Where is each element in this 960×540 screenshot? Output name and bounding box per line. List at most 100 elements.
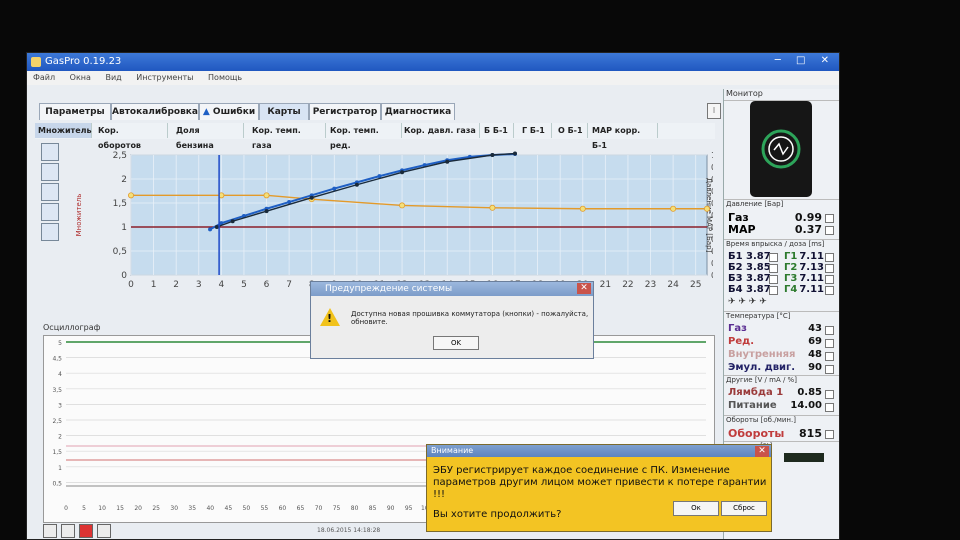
petrol-injector-checkbox[interactable] (769, 286, 778, 295)
app-icon (31, 57, 41, 67)
temperature-checkbox[interactable] (825, 326, 834, 335)
monitor-logo (750, 101, 812, 197)
data-point (377, 174, 382, 179)
subtab-gas-temp-correction[interactable]: Кор. темп. газа (249, 123, 326, 150)
tab-diagnostics[interactable]: Диагностика (381, 103, 455, 120)
temperature-label: Ред. (728, 336, 754, 347)
tab-errors[interactable]: ▲ Ошибки (199, 103, 259, 120)
x-tick-label: 21 (600, 280, 611, 290)
pressure-map-checkbox[interactable] (825, 226, 834, 235)
tab-parameters[interactable]: Параметры (39, 103, 111, 120)
subtab-o-b1[interactable]: О Б-1 (555, 123, 588, 138)
data-point (445, 159, 450, 164)
data-point (579, 205, 586, 212)
ok-button[interactable]: OK (433, 336, 479, 350)
plot-area (130, 154, 708, 276)
ok-button[interactable]: Ок (673, 501, 719, 516)
move-tool-icon[interactable] (41, 163, 59, 181)
osc-x-tick-label: 35 (188, 505, 196, 512)
data-point (512, 151, 517, 156)
close-icon[interactable]: ✕ (755, 446, 769, 457)
window-controls[interactable]: ─ □ ✕ (775, 55, 835, 66)
other-sensor-value: 0.85 (797, 387, 822, 398)
osc-x-tick-label: 40 (206, 505, 214, 512)
y-tick-label: 1 (121, 223, 127, 233)
injector-icons: ✈ ✈ ✈ ✈ (728, 297, 767, 307)
stop-button[interactable] (61, 524, 75, 538)
temperature-checkbox[interactable] (825, 352, 834, 361)
tab-maps[interactable]: Карты (259, 103, 309, 120)
y-tick-label: 2,5 (113, 151, 127, 161)
data-point (354, 182, 359, 187)
temperature-label: Газ (728, 323, 747, 334)
subtab-reducer-temp-correction[interactable]: Кор. темп. ред. (327, 123, 402, 150)
petrol-injector-checkbox[interactable] (769, 253, 778, 262)
auto-tool-icon[interactable] (41, 223, 59, 241)
petrol-injector-checkbox[interactable] (769, 275, 778, 284)
select-tool-icon[interactable] (41, 183, 59, 201)
zoom-tool-icon[interactable] (41, 143, 59, 161)
gas-injector-checkbox[interactable] (825, 264, 834, 273)
menu-help[interactable]: Помощь (208, 73, 242, 82)
subtab-petrol-share[interactable]: Доля бензина (173, 123, 244, 150)
y2-tick-label: 0,1 (711, 259, 713, 268)
osc-x-tick-label: 20 (134, 505, 142, 512)
pressure-title: Давление [Бар] (724, 199, 839, 208)
menu-tools[interactable]: Инструменты (136, 73, 193, 82)
data-point (230, 219, 235, 224)
subtab-multiplier[interactable]: Множитель (35, 123, 92, 138)
cancel-button[interactable]: Сброс (721, 501, 767, 516)
menu-windows[interactable]: Окна (70, 73, 91, 82)
x-tick-label: 1 (151, 280, 157, 290)
close-icon[interactable]: ✕ (577, 283, 591, 294)
settings-button[interactable] (97, 524, 111, 538)
subtab-map-correction[interactable]: MAP корр. Б-1 (589, 123, 658, 150)
data-point (128, 192, 135, 199)
subtab-g-b1[interactable]: Г Б-1 (519, 123, 552, 138)
subtab-b-b1[interactable]: Б Б-1 (481, 123, 514, 138)
tab-autocalibration[interactable]: Автокалибровка (111, 103, 199, 120)
osc-x-tick-label: 0 (64, 505, 68, 512)
osc-y-tick-label: 0,5 (52, 480, 62, 487)
menu-view[interactable]: Вид (105, 73, 121, 82)
x-tick-label: 5 (241, 280, 247, 290)
menu-file[interactable]: Файл (33, 73, 55, 82)
osc-x-tick-label: 5 (82, 505, 86, 512)
petrol-injector-label: Б3 (728, 273, 743, 284)
x-tick-label: 24 (667, 280, 679, 290)
other-sensor-label: Питание (728, 400, 777, 411)
record-button[interactable] (79, 524, 93, 538)
frame-tool-icon[interactable] (41, 203, 59, 221)
gas-injector-checkbox[interactable] (825, 253, 834, 262)
gas-injector-label: Г4 (784, 284, 798, 295)
temperature-checkbox[interactable] (825, 365, 834, 374)
other-sensor-value: 14.00 (790, 400, 822, 411)
gas-injector-value: 7.13 (799, 262, 824, 273)
gas-injector-checkbox[interactable] (825, 275, 834, 284)
osc-x-tick-label: 60 (279, 505, 287, 512)
rpm-checkbox[interactable] (825, 430, 834, 439)
info-icon[interactable]: ⁝ (707, 103, 721, 119)
data-point (263, 192, 270, 199)
osc-x-tick-label: 45 (225, 505, 233, 512)
x-tick-label: 6 (264, 280, 270, 290)
multiplier-chart[interactable]: 0123456789101112131415161718192021222324… (73, 149, 724, 295)
gas-injector-checkbox[interactable] (825, 286, 834, 295)
osc-x-tick-label: 25 (152, 505, 160, 512)
other-sensor-checkbox[interactable] (825, 390, 834, 399)
data-point (214, 225, 219, 230)
other-sensor-checkbox[interactable] (825, 403, 834, 412)
osc-y-tick-label: 3,5 (52, 387, 62, 394)
petrol-injector-checkbox[interactable] (769, 264, 778, 273)
warning-icon: ▲ (202, 107, 210, 117)
subtab-gas-pressure-correction[interactable]: Кор. давл. газа (401, 123, 480, 138)
subtab-rpm-correction[interactable]: Кор. оборотов (95, 123, 168, 150)
y-tick-label: 0,5 (113, 247, 127, 257)
osc-x-tick-label: 70 (315, 505, 323, 512)
pressure-gas-checkbox[interactable] (825, 214, 834, 223)
tab-recorder[interactable]: Регистратор (309, 103, 381, 120)
system-warning-title: Предупреждение системы ✕ (311, 282, 593, 296)
temperature-checkbox[interactable] (825, 339, 834, 348)
y2-tick-label: 0,9 (711, 163, 713, 172)
pause-button[interactable] (43, 524, 57, 538)
